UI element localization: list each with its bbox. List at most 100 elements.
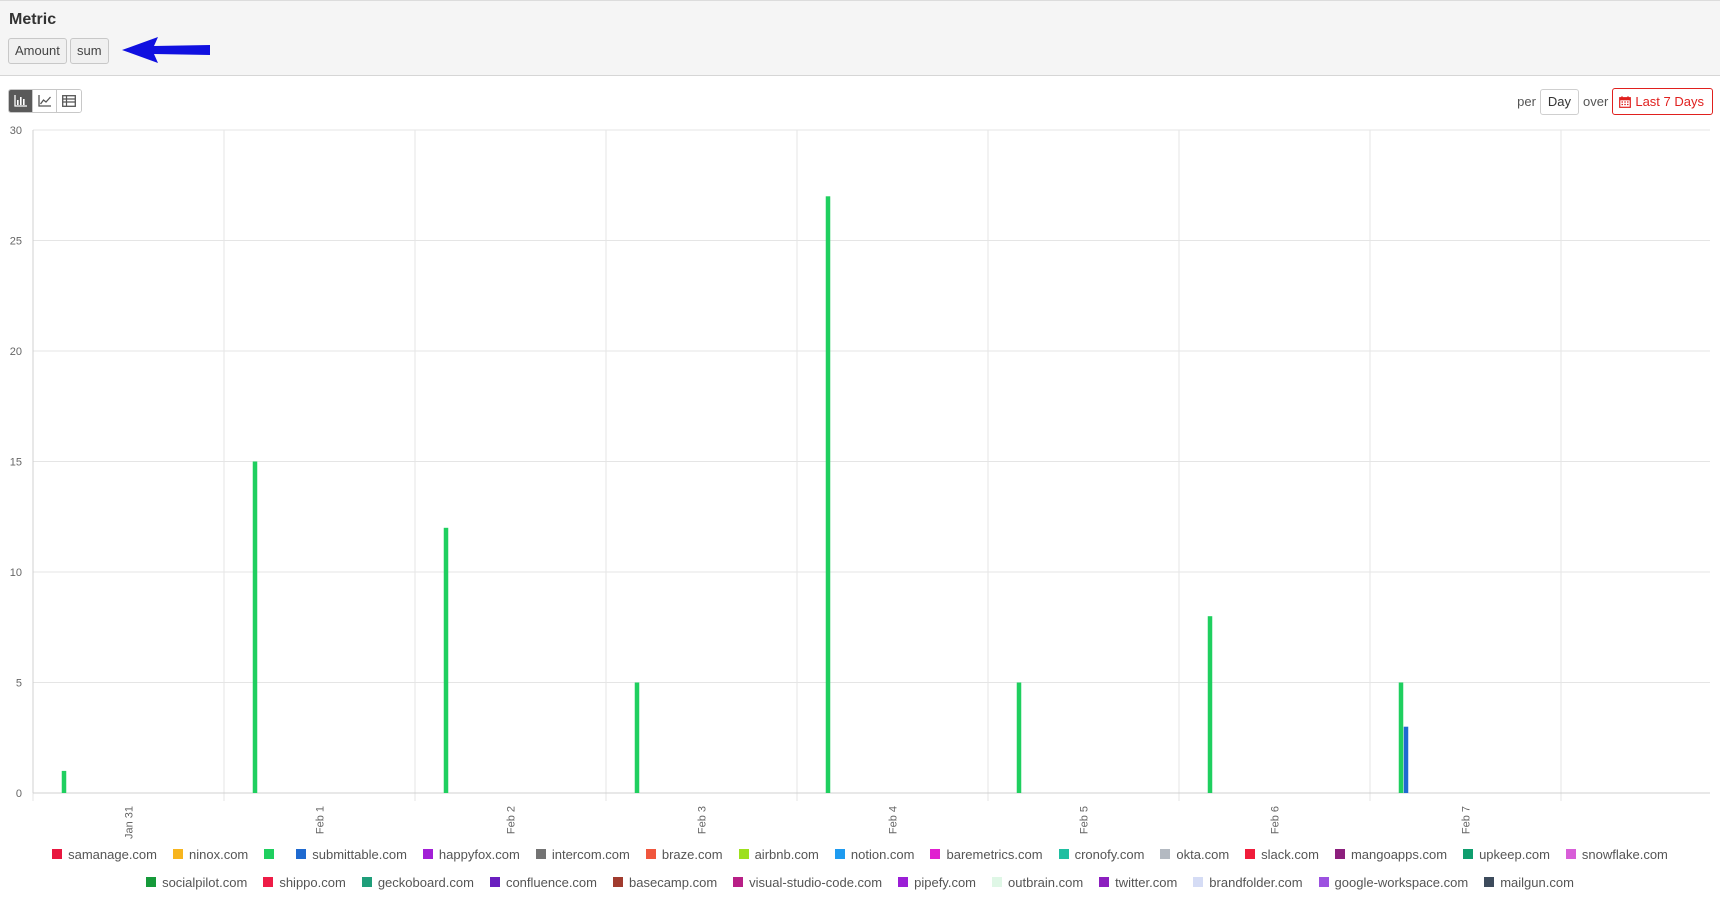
legend-swatch	[930, 849, 941, 859]
legend-item[interactable]: okta.com	[1160, 846, 1229, 862]
legend-label: samanage.com	[68, 846, 157, 862]
legend-item[interactable]: slack.com	[1245, 846, 1319, 862]
legend-label: mailgun.com	[1500, 874, 1574, 890]
legend-item[interactable]: shippo.com	[263, 874, 346, 890]
bar	[1016, 682, 1022, 793]
legend-item[interactable]: brandfolder.com	[1193, 874, 1303, 890]
legend-item[interactable]: twitter.com	[1099, 874, 1177, 890]
y-tick-label: 25	[10, 236, 22, 248]
legend-item[interactable]: notion.com	[834, 846, 915, 862]
legend-item[interactable]: samanage.com	[52, 846, 157, 862]
y-tick-label: 20	[10, 346, 22, 358]
bar	[1398, 682, 1404, 793]
legend-label: submittable.com	[312, 846, 407, 862]
table-icon	[62, 95, 76, 107]
legend-label: baremetrics.com	[946, 846, 1043, 862]
line-chart-icon	[37, 95, 51, 107]
over-label: over	[1583, 94, 1609, 109]
date-range-label: Last 7 Days	[1635, 94, 1704, 109]
bar	[1207, 616, 1213, 793]
legend-item[interactable]: socialpilot.com	[146, 874, 247, 890]
metric-aggregation-pill[interactable]: sum	[70, 38, 109, 64]
bar	[634, 682, 640, 793]
bar-chart-view-button[interactable]	[9, 90, 33, 112]
legend-swatch	[489, 877, 500, 887]
legend-item[interactable]: upkeep.com	[1463, 846, 1550, 862]
legend-item[interactable]: confluence.com	[489, 874, 597, 890]
y-tick-label: 0	[16, 788, 22, 800]
legend-swatch	[1565, 849, 1576, 859]
legend-item[interactable]: cronofy.com	[1058, 846, 1144, 862]
bar-chart: 0 5 10 15 20 25 30 Jan 31 Feb 1 Feb 2 Feb 3 Feb 4 Fe…	[10, 125, 1710, 839]
x-tick-label: Jan 31	[124, 806, 136, 839]
legend-swatch	[738, 849, 749, 859]
legend-item[interactable]: airbnb.com	[738, 846, 819, 862]
legend-item[interactable]: mangoapps.com	[1334, 846, 1448, 862]
metric-field-pill[interactable]: Amount	[8, 38, 67, 64]
legend-item[interactable]: pipefy.com	[898, 874, 976, 890]
y-tick-label: 10	[10, 567, 22, 579]
legend-item[interactable]: basecamp.com	[613, 874, 717, 890]
legend-item[interactable]: intercom.com	[535, 846, 630, 862]
legend-swatch	[1463, 849, 1474, 859]
legend-item[interactable]: outbrain.com	[992, 874, 1083, 890]
pointer-arrow-icon	[122, 37, 210, 63]
bar	[443, 527, 449, 793]
legend-label: google-workspace.com	[1334, 874, 1469, 890]
legend-swatch	[535, 849, 546, 859]
legend-label: braze.com	[661, 846, 723, 862]
legend-swatch	[898, 877, 909, 887]
legend-item[interactable]	[264, 846, 280, 862]
calendar-icon	[1619, 95, 1632, 108]
legend-swatch	[1193, 877, 1204, 887]
view-toggle	[8, 89, 82, 113]
legend-swatch	[733, 877, 744, 887]
metric-title: Metric	[9, 11, 57, 28]
legend-swatch	[1099, 877, 1110, 887]
legend-label: confluence.com	[505, 874, 597, 890]
legend-label: outbrain.com	[1008, 874, 1084, 890]
legend-swatch	[422, 849, 433, 859]
legend-item[interactable]: snowflake.com	[1565, 846, 1668, 862]
bar	[1403, 726, 1409, 793]
y-tick-label: 5	[16, 678, 22, 690]
legend-item[interactable]: happyfox.com	[422, 846, 520, 862]
legend-item[interactable]: submittable.com	[296, 846, 407, 862]
legend-swatch	[296, 849, 307, 859]
x-tick-label: Feb 4	[888, 806, 900, 834]
interval-select[interactable]: Day	[1539, 88, 1580, 115]
legend-swatch	[1160, 849, 1171, 859]
legend-item[interactable]: google-workspace.com	[1318, 874, 1469, 890]
legend-label: notion.com	[850, 846, 915, 862]
legend-label: basecamp.com	[629, 874, 718, 890]
legend-item[interactable]: visual-studio-code.com	[733, 874, 882, 890]
legend-label: visual-studio-code.com	[749, 874, 883, 890]
time-controls: per Day over Last 7 Days	[1517, 88, 1713, 115]
metric-panel: Metric Amount sum	[0, 0, 1720, 76]
legend-swatch	[361, 877, 372, 887]
date-range-button[interactable]: Last 7 Days	[1612, 88, 1713, 115]
legend-label: pipefy.com	[914, 874, 977, 890]
y-tick-label: 30	[10, 125, 22, 137]
legend-label: mangoapps.com	[1350, 846, 1448, 862]
bar-chart-icon	[13, 95, 27, 107]
legend-item[interactable]: braze.com	[645, 846, 723, 862]
legend-label: happyfox.com	[438, 846, 520, 862]
line-chart-view-button[interactable]	[33, 90, 57, 112]
legend-swatch	[645, 849, 656, 859]
legend-item[interactable]: geckoboard.com	[361, 874, 474, 890]
legend-swatch	[1334, 849, 1345, 859]
legend-item[interactable]: baremetrics.com	[930, 846, 1043, 862]
chart-legend: samanage.com ninox.com submittable.com happ…	[0, 846, 1720, 890]
legend-item[interactable]: ninox.com	[173, 846, 248, 862]
x-tick-label: Feb 7	[1461, 806, 1473, 834]
legend-swatch	[52, 849, 63, 859]
legend-item[interactable]: mailgun.com	[1484, 874, 1574, 890]
legend-label: twitter.com	[1115, 874, 1178, 890]
bar	[252, 461, 258, 793]
legend-label: geckoboard.com	[377, 874, 474, 890]
legend-swatch	[264, 849, 275, 859]
bar	[61, 770, 67, 793]
legend-label: brandfolder.com	[1209, 874, 1303, 890]
table-view-button[interactable]	[57, 90, 81, 112]
